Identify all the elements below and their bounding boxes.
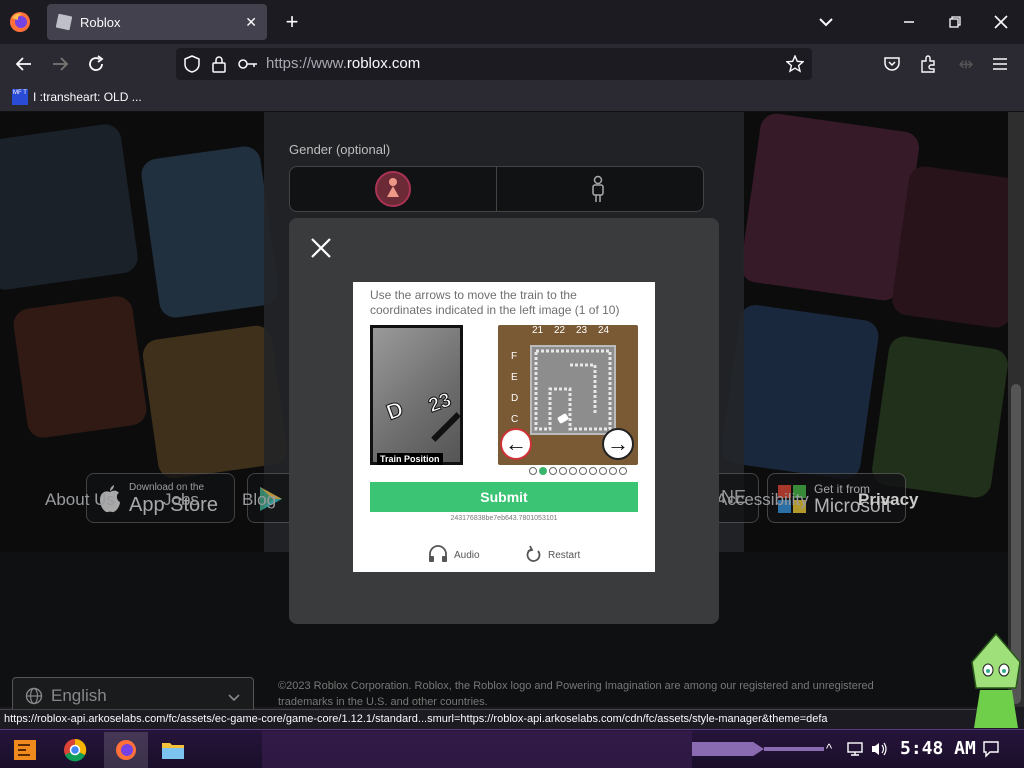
sync-icon[interactable]: ⇹ [952,50,980,78]
tab-bar: Roblox ✕ + [0,0,1024,44]
target-position-image: D 23 Train Position [370,325,463,465]
train-position-label: Train Position [377,453,443,465]
target-letter: D [383,396,407,426]
column-label: 24 [598,325,610,336]
firefox-menu-icon[interactable] [8,10,32,34]
forward-arrow-icon[interactable] [46,50,74,78]
footer-link-privacy[interactable]: Privacy [858,490,919,510]
page-scrollbar[interactable] [1008,112,1024,707]
captcha-challenge: Use the arrows to move the train to the … [353,282,655,572]
pocket-icon[interactable] [878,50,906,78]
column-label: 23 [576,325,588,336]
captcha-instruction: Use the arrows to move the train to the … [370,288,620,317]
restore-icon[interactable] [932,0,978,44]
shield-icon[interactable] [184,55,200,78]
clock[interactable]: 5:48 AM [900,738,976,759]
target-number: 23 [425,388,455,418]
progress-dot [529,467,537,475]
column-label: 21 [532,325,544,336]
copyright-line-2: trademarks in the U.S. and other countri… [278,696,488,708]
hamburger-menu-icon[interactable] [986,50,1014,78]
progress-dot [599,467,607,475]
audio-label: Audio [454,550,480,561]
session-id: 243176838be7eb643.7801053101 [450,515,558,522]
chevron-down-icon[interactable] [812,10,840,34]
extensions-icon[interactable] [914,50,942,78]
progress-dot [609,467,617,475]
row-label: F [511,351,518,362]
navigation-toolbar: https://www.roblox.com ⇹ [0,44,1024,84]
row-label: D [511,393,519,404]
close-icon[interactable] [308,237,334,263]
copyright-text: ©2023 Roblox Corporation. Roblox, the Ro… [278,678,958,710]
bookmarks-toolbar: MF T I :transheart: OLD ... [0,84,1024,112]
progress-dot [579,467,587,475]
male-gender-icon[interactable] [588,175,608,203]
volume-icon[interactable] [870,741,888,762]
row-label: C [511,414,519,425]
headphones-icon [428,545,448,566]
bookmark-item[interactable]: MF T I :transheart: OLD ... [12,89,142,105]
url-domain: roblox.com [346,55,421,72]
start-button-icon[interactable] [10,735,40,765]
row-label: E [511,372,518,383]
train-grid-image: 21 22 23 24 F E D C ← → [498,325,638,465]
new-tab-button[interactable]: + [278,8,306,36]
chrome-icon[interactable] [60,735,90,765]
bookmark-label: I :transheart: OLD ... [33,90,142,104]
network-icon[interactable] [846,741,864,762]
globe-icon [25,687,43,710]
url-prefix: https://www. [266,55,347,72]
submit-button[interactable]: Submit [370,482,638,512]
progress-dots [529,467,627,475]
gender-label: Gender (optional) [289,142,391,157]
desktop-mascot-image [968,632,1024,728]
audio-button[interactable]: Audio [428,545,480,566]
language-select[interactable]: English [12,677,254,713]
notification-icon[interactable] [982,740,1000,763]
footer-link-jobs[interactable]: Jobs [163,490,199,510]
close-window-icon[interactable] [978,0,1024,44]
chevron-up-icon[interactable]: ^ [826,741,832,756]
progress-dot [549,467,557,475]
column-label: 22 [554,325,566,336]
url-text[interactable]: https://www.roblox.com [266,55,420,72]
address-bar[interactable]: https://www.roblox.com [176,48,812,80]
arrow-right-button[interactable]: → [602,428,634,460]
roblox-favicon-icon [55,13,73,31]
progress-dot [589,467,597,475]
bookmark-star-icon[interactable] [785,54,805,78]
restart-icon [526,545,542,566]
chevron-down-icon [227,690,241,708]
restart-label: Restart [548,550,581,561]
language-value: English [51,686,107,705]
file-explorer-icon[interactable] [158,735,188,765]
footer-link-about[interactable]: About Us [45,490,115,510]
lock-icon[interactable] [212,55,226,78]
arrow-left-button[interactable]: ← [500,428,532,460]
link-status-bar: https://roblox-api.arkoselabs.com/fc/ass… [0,709,980,729]
bookmark-favicon-icon: MF T [12,89,28,105]
gender-selector [289,166,704,212]
progress-dot [539,467,547,475]
minimize-icon[interactable] [886,0,932,44]
progress-dot [559,467,567,475]
progress-dot [569,467,577,475]
reload-icon[interactable] [82,50,110,78]
key-icon[interactable] [238,56,258,77]
back-arrow-icon[interactable] [10,50,38,78]
close-tab-icon[interactable]: ✕ [245,14,257,31]
firefox-taskbar-icon[interactable] [104,732,148,768]
female-gender-icon[interactable] [375,171,411,207]
restart-button[interactable]: Restart [526,545,580,566]
copyright-line-1: ©2023 Roblox Corporation. Roblox, the Ro… [278,680,874,692]
footer-link-accessibility[interactable]: Accessibility [716,490,809,510]
progress-dot [619,467,627,475]
tab-title: Roblox [80,14,121,30]
tab-roblox[interactable]: Roblox ✕ [47,4,267,40]
taskbar: ^ 5:48 AM [0,729,1024,768]
footer-link-blog[interactable]: Blog [242,490,276,510]
